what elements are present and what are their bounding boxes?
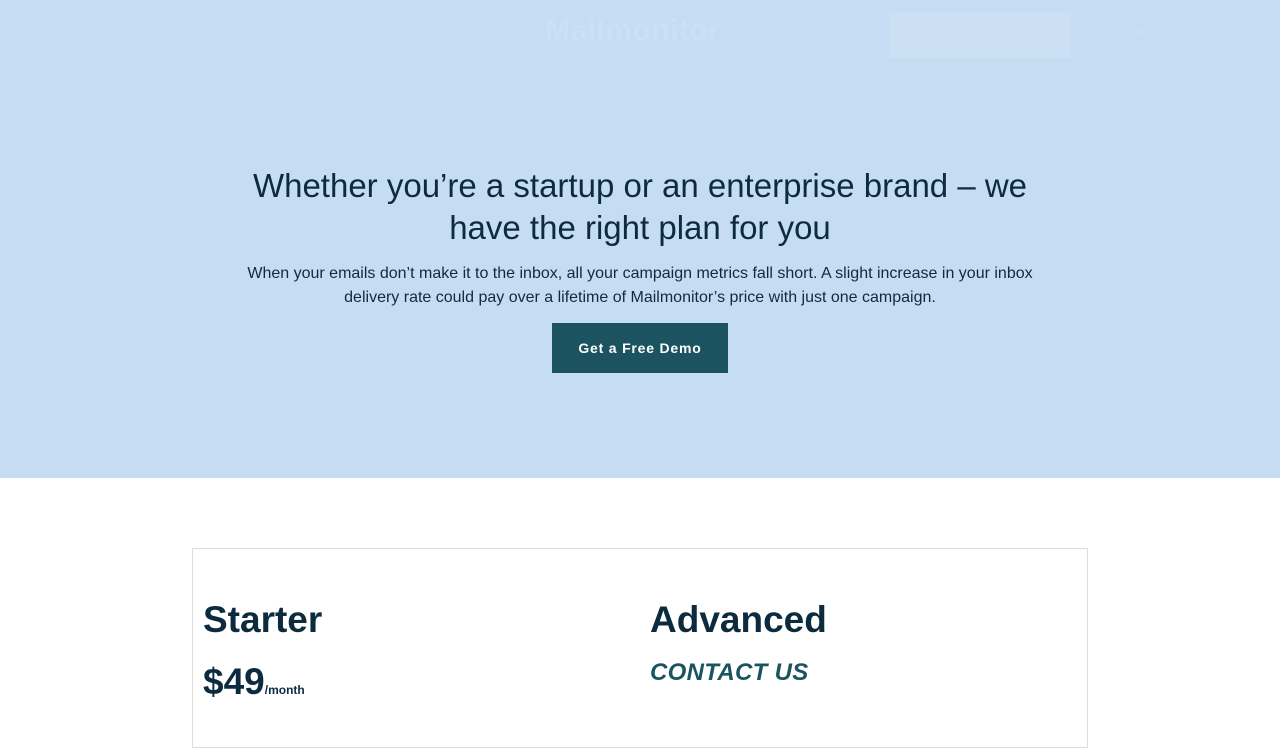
get-free-demo-button[interactable]: Get a Free Demo: [552, 323, 728, 373]
hero-subtitle: When your emails don’t make it to the in…: [247, 265, 1033, 306]
price-period: /month: [264, 683, 305, 697]
hero-section: Mailmonitor ✕ Whether you’re a startup o…: [0, 0, 1280, 478]
plan-name: Starter: [203, 599, 323, 640]
site-header: Mailmonitor ✕: [0, 0, 1280, 70]
menu-icon[interactable]: ✕: [1134, 25, 1148, 39]
hero-title: Whether you’re a startup or an enterpris…: [252, 167, 1028, 246]
site-logo[interactable]: Mailmonitor: [545, 14, 721, 48]
plan-price: $49/month: [203, 661, 305, 703]
header-cta-button[interactable]: [889, 12, 1071, 58]
pricing-plans: Starter $49/month Advanced CONTACT US: [192, 548, 1088, 748]
price-amount: $49: [203, 661, 265, 702]
contact-us-link[interactable]: CONTACT US: [650, 659, 809, 687]
plan-name: Advanced: [650, 599, 827, 640]
